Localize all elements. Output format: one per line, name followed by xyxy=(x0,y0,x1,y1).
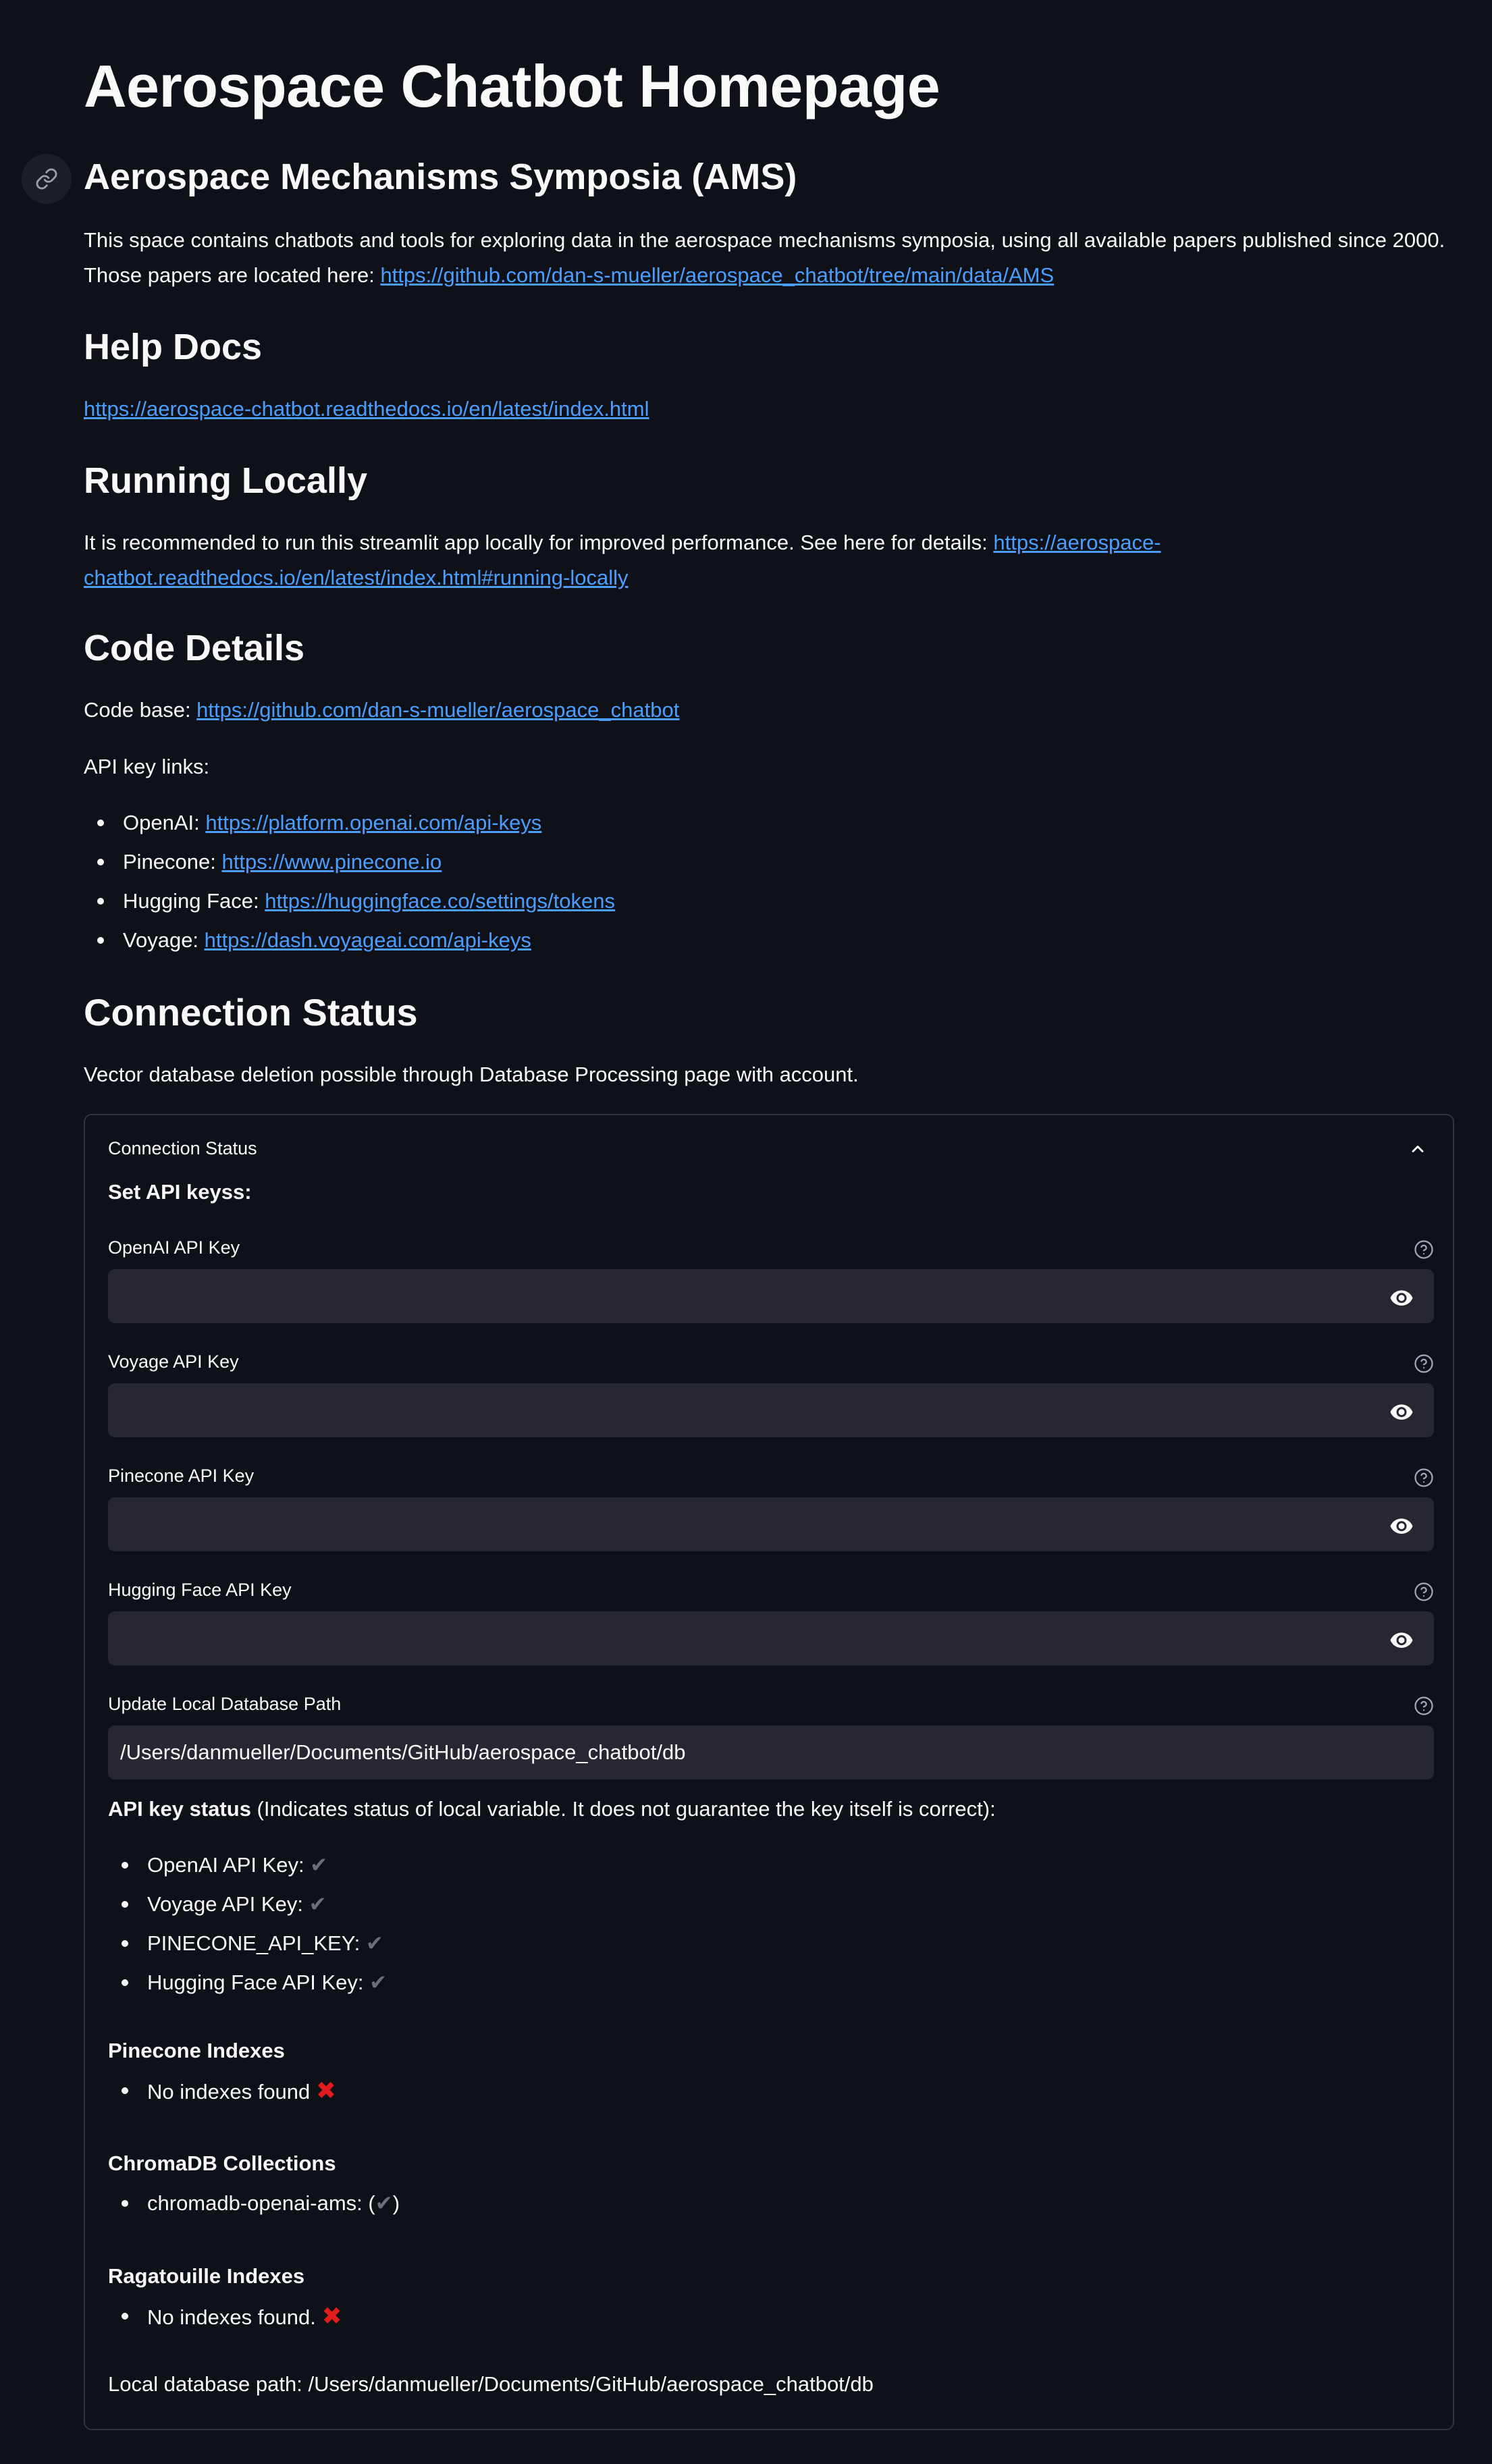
pinecone-api-key-input[interactable] xyxy=(108,1497,1434,1551)
pinecone-status-text: No indexes found xyxy=(147,2080,316,2104)
status-label: Voyage API Key: xyxy=(147,1892,309,1916)
pinecone-indexes-list: No indexes found ✖ xyxy=(108,2071,336,2112)
eye-icon[interactable] xyxy=(1389,1514,1414,1538)
huggingface-tokens-link[interactable]: https://huggingface.co/settings/tokens xyxy=(265,889,615,913)
eye-icon[interactable] xyxy=(1389,1285,1414,1310)
connection-status-expander: Connection Status Set API keyss: OpenAI … xyxy=(84,1114,1454,2430)
chromadb-collections-heading: ChromaDB Collections xyxy=(108,2151,336,2175)
local-database-path-field: Update Local Database Path /Users/danmue… xyxy=(108,1690,1434,1779)
list-item: Voyage: https://dash.voyageai.com/api-ke… xyxy=(84,921,615,960)
help-circle-icon[interactable] xyxy=(1414,1582,1434,1602)
status-label: OpenAI API Key: xyxy=(147,1853,311,1877)
codebase-paragraph: Code base: https://github.com/dan-s-muel… xyxy=(84,693,679,728)
page-title: Aerospace Chatbot Homepage xyxy=(84,53,940,119)
help-circle-icon[interactable] xyxy=(1414,1468,1434,1488)
cross-icon: ✖ xyxy=(321,2302,342,2330)
list-item: chromadb-openai-ams: (✔) xyxy=(108,2184,400,2223)
hugging-face-api-key-input[interactable] xyxy=(108,1611,1434,1665)
codebase-label: Code base: xyxy=(84,698,197,722)
voyage-keys-link[interactable]: https://dash.voyageai.com/api-keys xyxy=(205,928,531,952)
code-details-heading: Code Details xyxy=(84,628,305,668)
chroma-collection-text: chromadb-openai-ams: ( xyxy=(147,2191,375,2215)
voyage-api-key-input[interactable] xyxy=(108,1383,1434,1437)
expander-title: Connection Status xyxy=(108,1138,257,1158)
check-icon: ✔ xyxy=(375,2191,393,2215)
ams-description: This space contains chatbots and tools f… xyxy=(84,223,1456,293)
api-key-status-bold: API key status xyxy=(108,1797,251,1821)
running-locally-description: It is recommended to run this streamlit … xyxy=(84,525,1245,595)
api-links-label: API key links: xyxy=(84,755,210,778)
list-item: OpenAI: https://platform.openai.com/api-… xyxy=(84,803,615,842)
codebase-link[interactable]: https://github.com/dan-s-mueller/aerospa… xyxy=(196,698,679,722)
openai-keys-link[interactable]: https://platform.openai.com/api-keys xyxy=(205,811,541,834)
list-item: OpenAI API Key: ✔ xyxy=(108,1846,387,1885)
field-label: OpenAI API Key xyxy=(108,1237,240,1258)
status-label: PINECONE_API_KEY: xyxy=(147,1931,366,1955)
api-link-label-pinecone: Pinecone: xyxy=(123,850,222,874)
api-key-status-note: (Indicates status of local variable. It … xyxy=(250,1797,996,1821)
ragatouille-indexes-list: No indexes found. ✖ xyxy=(108,2297,342,2337)
running-text: It is recommended to run this streamlit … xyxy=(84,531,994,554)
api-link-label-openai: OpenAI: xyxy=(123,811,206,834)
ragatouille-status-text: No indexes found. xyxy=(147,2305,322,2329)
check-icon: ✔ xyxy=(369,1971,388,1994)
list-item: PINECONE_API_KEY: ✔ xyxy=(108,1924,387,1963)
local-database-path-text: Local database path: /Users/danmueller/D… xyxy=(108,2372,874,2396)
list-item: Pinecone: https://www.pinecone.io xyxy=(84,842,615,882)
running-locally-heading: Running Locally xyxy=(84,460,368,501)
check-icon: ✔ xyxy=(310,1853,328,1877)
ragatouille-indexes-heading: Ragatouille Indexes xyxy=(108,2264,305,2288)
help-circle-icon[interactable] xyxy=(1414,1354,1434,1374)
check-icon: ✔ xyxy=(365,1931,383,1955)
help-circle-icon[interactable] xyxy=(1414,1239,1434,1260)
field-label: Pinecone API Key xyxy=(108,1466,255,1486)
list-item: Hugging Face: https://huggingface.co/set… xyxy=(84,882,615,921)
eye-icon[interactable] xyxy=(1389,1399,1414,1424)
api-link-label-huggingface: Hugging Face: xyxy=(123,889,265,913)
help-docs-link[interactable]: https://aerospace-chatbot.readthedocs.io… xyxy=(84,397,649,421)
list-item: Voyage API Key: ✔ xyxy=(108,1885,387,1924)
expander-header[interactable]: Connection Status xyxy=(108,1134,1434,1164)
pinecone-link[interactable]: https://www.pinecone.io xyxy=(222,850,442,874)
api-key-status-list: OpenAI API Key: ✔ Voyage API Key: ✔ PINE… xyxy=(108,1846,387,2002)
help-docs-heading: Help Docs xyxy=(84,327,263,367)
local-database-path-input[interactable]: /Users/danmueller/Documents/GitHub/aeros… xyxy=(108,1725,1434,1779)
pinecone-api-key-field: Pinecone API Key xyxy=(108,1462,1434,1551)
api-key-status-line: API key status (Indicates status of loca… xyxy=(108,1797,996,1821)
openai-api-key-field: OpenAI API Key xyxy=(108,1234,1434,1323)
list-item: No indexes found ✖ xyxy=(108,2071,336,2112)
eye-icon[interactable] xyxy=(1389,1628,1414,1652)
set-api-keys-label: Set API keyss: xyxy=(108,1180,252,1204)
chevron-up-icon xyxy=(1412,1146,1424,1152)
field-label: Update Local Database Path xyxy=(108,1694,342,1714)
chromadb-collections-list: chromadb-openai-ams: (✔) xyxy=(108,2184,400,2223)
status-label: Hugging Face API Key: xyxy=(147,1971,370,1994)
check-icon: ✔ xyxy=(309,1892,327,1916)
field-label: Voyage API Key xyxy=(108,1351,239,1372)
connection-status-description: Vector database deletion possible throug… xyxy=(84,1063,859,1086)
chroma-collection-close: ) xyxy=(392,2191,400,2215)
field-label: Hugging Face API Key xyxy=(108,1580,292,1600)
list-item: No indexes found. ✖ xyxy=(108,2297,342,2337)
link-icon xyxy=(36,168,57,190)
help-circle-icon[interactable] xyxy=(1414,1696,1434,1716)
list-item: Hugging Face API Key: ✔ xyxy=(108,1963,387,2002)
cross-icon: ✖ xyxy=(315,2077,337,2104)
help-docs-paragraph: https://aerospace-chatbot.readthedocs.io… xyxy=(84,392,649,427)
connection-status-heading: Connection Status xyxy=(84,991,418,1034)
hugging-face-api-key-field: Hugging Face API Key xyxy=(108,1576,1434,1665)
ams-papers-link[interactable]: https://github.com/dan-s-mueller/aerospa… xyxy=(380,263,1054,287)
header-anchor-link[interactable] xyxy=(22,154,72,204)
voyage-api-key-field: Voyage API Key xyxy=(108,1348,1434,1437)
api-links-list: OpenAI: https://platform.openai.com/api-… xyxy=(84,803,615,960)
openai-api-key-input[interactable] xyxy=(108,1269,1434,1323)
pinecone-indexes-heading: Pinecone Indexes xyxy=(108,2039,285,2062)
ams-heading: Aerospace Mechanisms Symposia (AMS) xyxy=(84,157,797,197)
api-link-label-voyage: Voyage: xyxy=(123,928,205,952)
